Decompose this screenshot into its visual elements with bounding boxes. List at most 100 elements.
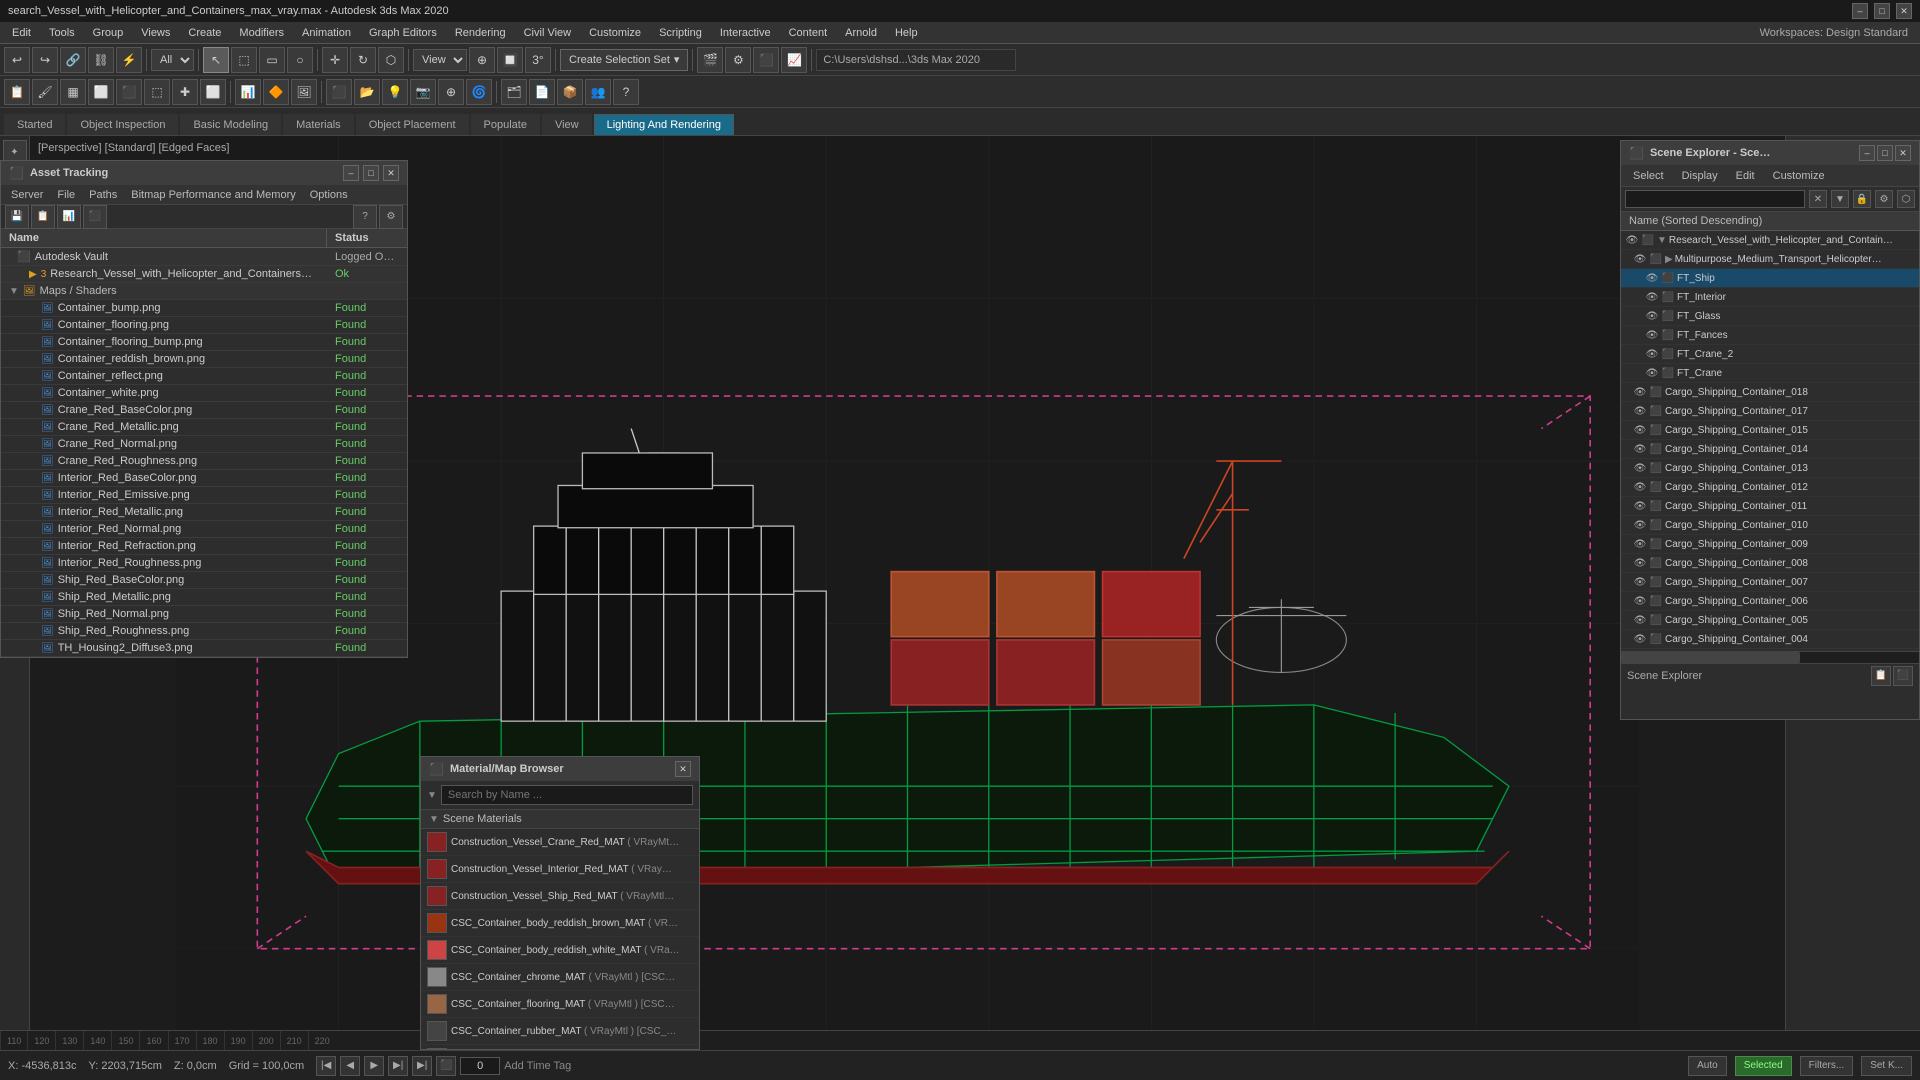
at-maps-section[interactable]: ▼ 🖼 Maps / Shaders bbox=[1, 283, 407, 300]
se-eye-icon-2[interactable]: 👁 bbox=[1645, 271, 1659, 285]
se-menu-edit[interactable]: Edit bbox=[1728, 168, 1763, 184]
menu-tools[interactable]: Tools bbox=[41, 25, 83, 41]
list-item[interactable]: 👁 ⬛ FT_Fances bbox=[1621, 326, 1919, 345]
se-eye-icon-1[interactable]: 👁 bbox=[1633, 252, 1647, 266]
spacing-tool-button[interactable]: ⬜ bbox=[200, 79, 226, 105]
go-end-btn[interactable]: ▶| bbox=[412, 1056, 432, 1076]
close-button[interactable]: ✕ bbox=[1896, 3, 1912, 19]
list-item[interactable]: 🖼Container_flooring_bump.png Found bbox=[1, 334, 407, 351]
view-dropdown[interactable]: View bbox=[413, 49, 467, 71]
se-eye-icon-11[interactable]: 👁 bbox=[1633, 442, 1647, 456]
se-expand-btn[interactable]: ⬡ bbox=[1897, 190, 1915, 208]
timeline[interactable]: 110 120 130 140 150 160 170 180 190 200 … bbox=[0, 1030, 1920, 1050]
se-lock-btn[interactable]: 🔒 bbox=[1853, 190, 1871, 208]
at-file-list[interactable]: ⬛ Autodesk Vault Logged O… ▶ 3 Research_… bbox=[1, 248, 407, 657]
se-scrollbar[interactable] bbox=[1621, 651, 1919, 663]
frame-input[interactable] bbox=[460, 1057, 500, 1075]
quick-align-button[interactable]: ✚ bbox=[172, 79, 198, 105]
material-button[interactable]: 🔶 bbox=[263, 79, 289, 105]
list-item[interactable]: 🖼Container_flooring.png Found bbox=[1, 317, 407, 334]
menu-edit[interactable]: Edit bbox=[4, 25, 39, 41]
menu-group[interactable]: Group bbox=[85, 25, 132, 41]
at-tb-btn1[interactable]: 💾 bbox=[5, 205, 29, 229]
list-item[interactable]: 🖼Interior_Red_BaseColor.png Found bbox=[1, 470, 407, 487]
menu-customize[interactable]: Customize bbox=[581, 25, 649, 41]
list-item[interactable]: 🖼Ship_Red_Metallic.png Found bbox=[1, 589, 407, 606]
list-item[interactable]: 👁 ⬛ ▶ Multipurpose_Medium_Transport_Heli… bbox=[1621, 250, 1919, 269]
help-tb-button[interactable]: ? bbox=[613, 79, 639, 105]
at-minimize-btn[interactable]: – bbox=[343, 165, 359, 181]
menu-rendering[interactable]: Rendering bbox=[447, 25, 514, 41]
se-options-btn[interactable]: ⚙ bbox=[1875, 190, 1893, 208]
se-eye-icon-12[interactable]: 👁 bbox=[1633, 461, 1647, 475]
se-eye-icon-20[interactable]: 👁 bbox=[1633, 613, 1647, 627]
se-node-list[interactable]: 👁 ⬛ ▼ Research_Vessel_with_Helicopter_an… bbox=[1621, 231, 1919, 651]
se-eye-icon-14[interactable]: 👁 bbox=[1633, 499, 1647, 513]
angle-snap-button[interactable]: 3° bbox=[525, 47, 551, 73]
se-eye-icon-18[interactable]: 👁 bbox=[1633, 575, 1647, 589]
se-layers-btn[interactable]: 📋 bbox=[1871, 666, 1891, 686]
scale-button[interactable]: ⬡ bbox=[378, 47, 404, 73]
list-item[interactable]: 🖼Interior_Red_Roughness.png Found bbox=[1, 555, 407, 572]
list-item[interactable]: 👁 ⬛ Cargo_Shipping_Container_011 bbox=[1621, 497, 1919, 516]
render-settings-button[interactable]: ⚙ bbox=[725, 47, 751, 73]
at-file-row[interactable]: ▶ 3 Research_Vessel_with_Helicopter_and_… bbox=[1, 266, 407, 283]
se-eye-icon-21[interactable]: 👁 bbox=[1633, 632, 1647, 646]
mb-material-list[interactable]: Construction_Vessel_Crane_Red_MAT ( VRay… bbox=[421, 829, 699, 1049]
list-item[interactable]: 👁 ⬛ Cargo_Shipping_Container_018 bbox=[1621, 383, 1919, 402]
mirror-button[interactable]: ⬜ bbox=[88, 79, 114, 105]
list-item[interactable]: CSC_Container_rubber_MAT ( VRayMtl ) [CS… bbox=[421, 1018, 699, 1045]
se-eye-icon-6[interactable]: 👁 bbox=[1645, 347, 1659, 361]
se-menu-display[interactable]: Display bbox=[1674, 168, 1726, 184]
list-item[interactable]: Construction_Vessel_Crane_Red_MAT ( VRay… bbox=[421, 829, 699, 856]
se-search-input[interactable] bbox=[1625, 190, 1805, 208]
at-tb-settings[interactable]: ⚙ bbox=[379, 205, 403, 229]
next-frame-btn[interactable]: ▶| bbox=[388, 1056, 408, 1076]
tab-populate[interactable]: Populate bbox=[471, 114, 540, 135]
material-editor-button[interactable]: ⬛ bbox=[753, 47, 779, 73]
select-button[interactable]: ↖ bbox=[203, 47, 229, 73]
list-item[interactable]: CSC_Container_body_reddish_white_MAT ( V… bbox=[421, 937, 699, 964]
mb-title-bar[interactable]: ⬛ Material/Map Browser ✕ bbox=[421, 757, 699, 781]
list-item[interactable]: 👁 ⬛ Cargo_Shipping_Container_009 bbox=[1621, 535, 1919, 554]
render-button[interactable]: 🎬 bbox=[697, 47, 723, 73]
set-k-btn[interactable]: Set K... bbox=[1861, 1056, 1912, 1076]
menu-views[interactable]: Views bbox=[133, 25, 178, 41]
link-button[interactable]: 🔗 bbox=[60, 47, 86, 73]
tab-view[interactable]: View bbox=[542, 114, 592, 135]
menu-scripting[interactable]: Scripting bbox=[651, 25, 710, 41]
select-rect-button[interactable]: ▭ bbox=[259, 47, 285, 73]
tab-lighting-rendering[interactable]: Lighting And Rendering bbox=[594, 114, 734, 135]
se-menu-customize[interactable]: Customize bbox=[1765, 168, 1833, 184]
list-item[interactable]: 🖼Container_reddish_brown.png Found bbox=[1, 351, 407, 368]
se-eye-icon-3[interactable]: 👁 bbox=[1645, 290, 1659, 304]
list-item[interactable]: 🖼Interior_Red_Metallic.png Found bbox=[1, 504, 407, 521]
list-item[interactable]: 👁 ⬛ FT_Ship bbox=[1621, 269, 1919, 288]
at-close-btn[interactable]: ✕ bbox=[383, 165, 399, 181]
list-item[interactable]: 🖼Ship_Red_Normal.png Found bbox=[1, 606, 407, 623]
list-item[interactable]: 👁 ⬛ FT_Crane_2 bbox=[1621, 345, 1919, 364]
menu-interactive[interactable]: Interactive bbox=[712, 25, 779, 41]
at-tb-help[interactable]: ? bbox=[353, 205, 377, 229]
at-menu-options[interactable]: Options bbox=[304, 187, 354, 203]
list-item[interactable]: 👁 ⬛ Cargo_Shipping_Container_006 bbox=[1621, 592, 1919, 611]
at-maximize-btn[interactable]: □ bbox=[363, 165, 379, 181]
menu-graph-editors[interactable]: Graph Editors bbox=[361, 25, 445, 41]
list-item[interactable]: 👁 ⬛ Cargo_Shipping_Container_012 bbox=[1621, 478, 1919, 497]
list-item[interactable]: 👁 ⬛ Cargo_Shipping_Container_007 bbox=[1621, 573, 1919, 592]
auto-btn[interactable]: Auto bbox=[1688, 1056, 1727, 1076]
list-item[interactable]: 🖼TH_Housing2_Diffuse3.png Found bbox=[1, 640, 407, 657]
list-item[interactable]: 👁 ⬛ Cargo_Shipping_Container_013 bbox=[1621, 459, 1919, 478]
se-eye-icon-0[interactable]: 👁 bbox=[1625, 233, 1639, 247]
menu-create[interactable]: Create bbox=[180, 25, 229, 41]
se-eye-icon-17[interactable]: 👁 bbox=[1633, 556, 1647, 570]
list-item[interactable]: 👁 ⬛ Cargo_Shipping_Container_015 bbox=[1621, 421, 1919, 440]
scene-exp-button[interactable]: 🗂 bbox=[501, 79, 527, 105]
list-item[interactable]: TH_Housing_103_MAT ( VRayMtl ) [TH_Back… bbox=[421, 1045, 699, 1049]
at-tb-btn4[interactable]: ⬛ bbox=[83, 205, 107, 229]
play-mode-btn[interactable]: ⬛ bbox=[436, 1056, 456, 1076]
list-item[interactable]: 🖼Crane_Red_Normal.png Found bbox=[1, 436, 407, 453]
se-eye-icon-5[interactable]: 👁 bbox=[1645, 328, 1659, 342]
object-paint-button[interactable]: 🖌 bbox=[32, 79, 58, 105]
spacewarp-button[interactable]: 🌀 bbox=[466, 79, 492, 105]
